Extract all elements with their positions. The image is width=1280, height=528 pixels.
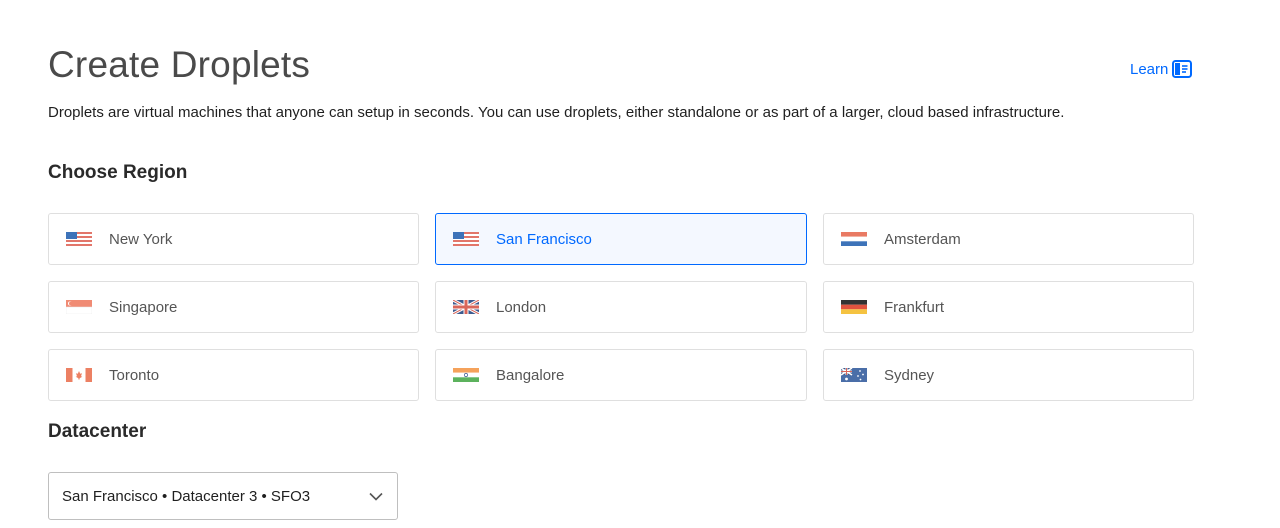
region-label: Sydney [884,366,935,384]
us-flag-icon [66,232,92,246]
learn-link[interactable]: Learn [1130,60,1193,78]
us-flag-icon [453,232,479,246]
uk-flag-icon [453,300,479,314]
sg-flag-icon [66,300,92,314]
region-label: Singapore [109,298,178,316]
region-card-bangalore[interactable]: Bangalore [435,349,807,401]
region-label: Toronto [109,366,160,384]
de-flag-icon [841,300,867,314]
nl-flag-icon [841,232,867,246]
region-label: Frankfurt [884,298,945,316]
region-section-title: Choose Region [48,162,188,183]
docs-icon [1172,60,1193,78]
region-card-london[interactable]: London [435,281,807,333]
region-card-amsterdam[interactable]: Amsterdam [823,213,1194,265]
region-label: Bangalore [496,366,565,384]
region-label: New York [109,230,173,248]
region-label: San Francisco [496,230,592,248]
datacenter-select[interactable]: San Francisco • Datacenter 3 • SFO3 [48,472,398,520]
region-card-sydney[interactable]: Sydney [823,349,1194,401]
region-label: Amsterdam [884,230,961,248]
au-flag-icon [841,368,867,382]
region-card-san-francisco[interactable]: San Francisco [435,213,807,265]
datacenter-section-title: Datacenter [48,421,147,442]
region-label: London [496,298,547,316]
page-title: Create Droplets [48,44,311,85]
datacenter-select-value: San Francisco • Datacenter 3 • SFO3 [62,487,311,505]
chevron-down-icon [369,492,383,501]
in-flag-icon [453,368,479,382]
page-description: Droplets are virtual machines that anyon… [48,104,1065,121]
region-grid: New York San Francisco Amsterdam Singapo… [48,213,1194,401]
region-card-toronto[interactable]: Toronto [48,349,419,401]
learn-label: Learn [1130,60,1169,78]
region-card-frankfurt[interactable]: Frankfurt [823,281,1194,333]
region-card-new-york[interactable]: New York [48,213,419,265]
ca-flag-icon [66,368,92,382]
region-card-singapore[interactable]: Singapore [48,281,419,333]
